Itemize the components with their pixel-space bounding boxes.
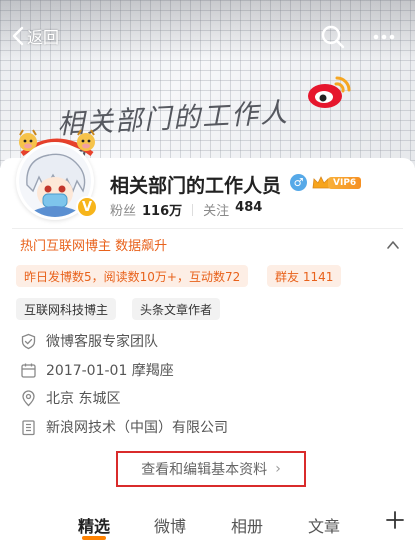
shield-check-icon [21, 333, 36, 349]
more-icon[interactable] [371, 24, 397, 50]
tag-pill[interactable]: 互联网科技博主 [16, 298, 117, 320]
tab-featured[interactable]: 精选 [78, 513, 110, 537]
verified-badge: V [76, 196, 98, 218]
back-label: 返回 [27, 28, 60, 47]
tag-label: 互联网科技博主 [24, 302, 109, 317]
tab-articles[interactable]: 文章 [308, 513, 340, 537]
birthday-text: 2017-01-01 摩羯座 [46, 363, 174, 379]
search-icon[interactable] [320, 24, 346, 50]
info-location-row: 北京 东城区 [20, 388, 120, 408]
profile-name: 相关部门的工作人员 [110, 175, 282, 197]
location-text: 北京 东城区 [46, 391, 121, 407]
tab-weibo[interactable]: 微博 [154, 513, 186, 537]
edit-profile-button[interactable]: 查看和编辑基本资料 › [116, 451, 306, 487]
hot-blogger-text: 热门互联网博主 数据飙升 [20, 239, 168, 254]
add-tab-icon[interactable] [384, 509, 406, 531]
following-label: 关注 [203, 204, 230, 219]
info-company-row: 新浪网技术（中国）有限公司 [20, 417, 228, 437]
fans-stat[interactable]: 粉丝 116万 [110, 200, 182, 219]
info-verified-row: 微博客服专家团队 [20, 331, 158, 351]
back-chevron-icon [12, 26, 24, 46]
vip-badge[interactable]: VIP6 [312, 175, 362, 191]
active-tab-indicator [82, 536, 106, 540]
fans-value: 116万 [142, 204, 183, 219]
following-stat[interactable]: 关注 484 [203, 200, 262, 219]
verified-text: 微博客服专家团队 [46, 334, 158, 350]
vip-level-label: VIP6 [328, 177, 362, 189]
tab-album[interactable]: 相册 [231, 513, 263, 537]
location-pin-icon [22, 389, 35, 406]
calendar-icon [21, 363, 36, 378]
follow-stats: 粉丝 116万 关注 484 [110, 200, 262, 219]
weibo-logo-icon [308, 76, 351, 108]
company-icon [22, 419, 35, 435]
chevron-up-icon[interactable] [386, 238, 400, 252]
company-text: 新浪网技术（中国）有限公司 [46, 420, 228, 436]
info-birthday-row: 2017-01-01 摩羯座 [20, 360, 174, 380]
tag-label: 头条文章作者 [140, 302, 213, 317]
section-divider [12, 228, 403, 229]
following-value: 484 [235, 200, 263, 215]
gender-male-icon: ♂ [290, 174, 307, 191]
banner-shade [0, 0, 415, 60]
avatar-container[interactable]: V [12, 124, 102, 220]
group-chat-text: 群友 1141 [275, 269, 334, 284]
yesterday-stats-text: 昨日发博数5，阅读数10万+，互动数72 [24, 269, 241, 284]
tag-pill[interactable]: 头条文章作者 [132, 298, 221, 320]
hot-blogger-row[interactable]: 热门互联网博主 数据飙升 [20, 235, 400, 254]
group-chat-pill[interactable]: 群友 1141 [267, 265, 342, 287]
edit-profile-label: 查看和编辑基本资料 [141, 462, 268, 478]
back-button[interactable]: 返回 [12, 24, 59, 48]
chevron-right-icon: › [275, 461, 281, 477]
fans-label: 粉丝 [110, 204, 137, 219]
yesterday-stats-pill[interactable]: 昨日发博数5，阅读数10万+，互动数72 [16, 265, 249, 287]
stat-divider [192, 203, 194, 216]
